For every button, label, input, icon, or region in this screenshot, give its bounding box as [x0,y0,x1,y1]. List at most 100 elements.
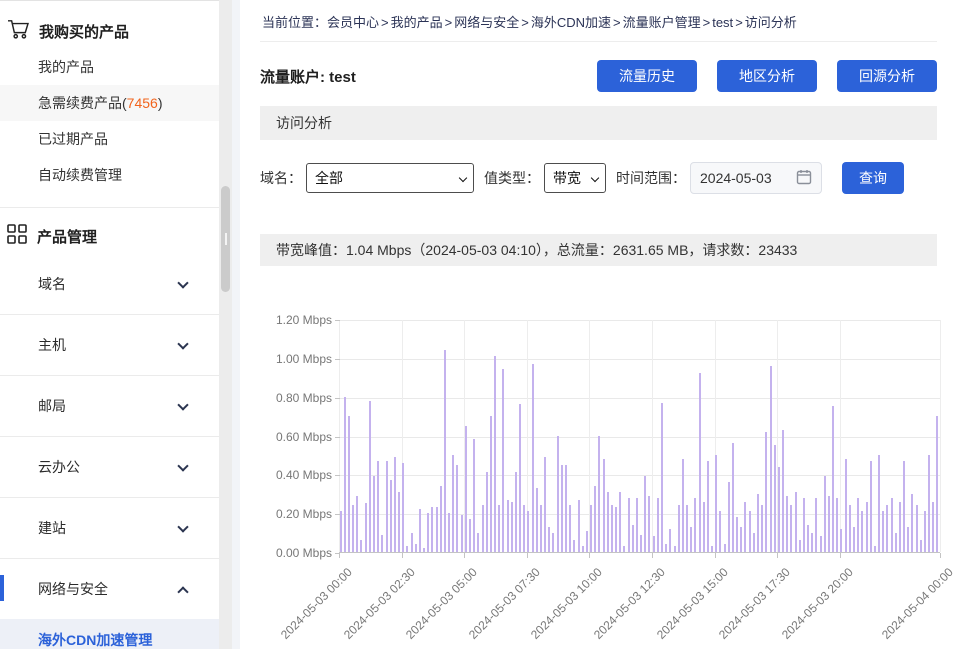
breadcrumb-separator: > [521,15,529,30]
breadcrumb-item[interactable]: 网络与安全 [454,15,519,30]
grid-icon [7,224,27,248]
sidebar-item-my-products[interactable]: 我的产品 [0,49,219,85]
chart-bar [615,507,617,552]
chart-bar [778,467,780,552]
sidebar-item-renewal-needed[interactable]: 急需续费产品(7456) [0,85,219,121]
breadcrumb-item[interactable]: 海外CDN加速 [531,15,611,30]
chart-bar [836,498,838,552]
chart-bar [356,496,358,552]
region-analysis-button[interactable]: 地区分析 [717,60,817,92]
chart-bar [928,455,930,552]
chart-bar [582,546,584,552]
layout-gutter [232,0,240,649]
sidebar-item-label: 自动续费管理 [38,167,122,183]
cart-icon [7,19,29,43]
domain-select[interactable]: 全部 [306,163,474,193]
breadcrumb-separator: > [703,15,711,30]
sidebar: 我购买的产品 我的产品 急需续费产品(7456) 已过期产品 自动续费管理 产品… [0,0,219,649]
chart-bar [486,472,488,552]
section-title: 访问分析 [276,115,332,131]
chart-bar [874,546,876,552]
chart-bar [740,527,742,552]
sidebar-group-label: 域名 [38,274,66,294]
breadcrumb-item[interactable]: 流量账户管理 [623,15,701,30]
chart-bar [340,511,342,552]
gridline-vertical [840,320,841,552]
sidebar-group-host-row[interactable]: 主机 [0,315,219,375]
breadcrumb-item[interactable]: 访问分析 [745,15,797,30]
chevron-down-icon [177,399,188,410]
sidebar-item-label: 我的产品 [38,59,94,75]
chart-bar [640,535,642,552]
x-axis-tick [777,553,778,558]
chart-bar [719,511,721,552]
chart-bar [811,533,813,552]
page-title: 流量账户: test [260,66,356,87]
chart-bar [916,505,918,552]
sidebar-item-label: 海外CDN加速管理 [38,632,152,648]
chart-bar [682,459,684,552]
chart-bar [866,502,868,552]
chart-bar [669,529,671,552]
chart-bar [590,505,592,552]
sidebar-group-network-security-row[interactable]: 网络与安全 [0,559,219,619]
chart-bar [757,494,759,552]
value-type-select[interactable]: 带宽 [544,163,606,193]
chart-bar [907,527,909,552]
chart-bar [532,364,534,552]
origin-analysis-button[interactable]: 回源分析 [837,60,937,92]
sidebar-item-overseas-cdn[interactable]: 海外CDN加速管理 [0,619,219,649]
traffic-history-button[interactable]: 流量历史 [597,60,697,92]
chart-bar [911,494,913,552]
chart-bar [799,540,801,552]
sidebar-group-label: 主机 [38,335,66,355]
breadcrumb-separator: > [735,15,743,30]
chart-bar [870,461,872,552]
scrollbar-thumb[interactable] [221,186,230,292]
chart-bar [527,511,529,552]
sidebar-group-mail-row[interactable]: 邮局 [0,376,219,436]
chart-bar [628,498,630,552]
chart-bar [765,432,767,552]
chart-bar [411,533,413,552]
chart-bar [657,498,659,552]
chart-bar [348,416,350,552]
chevron-down-icon [177,338,188,349]
chart-bar [469,519,471,552]
sidebar-group-site-builder-row[interactable]: 建站 [0,498,219,558]
chart-bar [427,513,429,552]
chart-bar [561,465,563,552]
breadcrumb-item[interactable]: test [712,15,733,30]
sidebar-group-cloud-office-row[interactable]: 云办公 [0,437,219,497]
x-axis-tick [652,553,653,558]
y-axis-tick [335,437,340,438]
chevron-down-icon [177,521,188,532]
chart-bar [519,404,521,552]
breadcrumb-item[interactable]: 我的产品 [391,15,443,30]
sidebar-item-expired-products[interactable]: 已过期产品 [0,121,219,157]
chart-bar [557,436,559,553]
chart-bar [648,496,650,552]
sidebar-item-label: 急需续费产品( [38,95,127,111]
active-section-indicator [0,575,4,601]
date-value: 2024-05-03 [700,170,772,186]
y-axis-label: 0.40 Mbps [260,468,332,482]
chart-bar [402,463,404,552]
chart-bar [360,540,362,552]
breadcrumb-item[interactable]: 会员中心 [327,15,379,30]
chart-bar [674,546,676,552]
chart-bar [920,540,922,552]
chart-bar [711,546,713,552]
chart-bar [891,498,893,552]
x-axis-tick [339,553,340,558]
sidebar-group-network-security: 网络与安全 海外CDN加速管理 [0,559,219,649]
sidebar-item-auto-renewal[interactable]: 自动续费管理 [0,157,219,193]
sidebar-section-title: 产品管理 [37,226,97,247]
sidebar-group-label: 邮局 [38,396,66,416]
sidebar-scrollbar[interactable] [219,0,232,649]
date-picker-input[interactable]: 2024-05-03 [690,162,822,194]
y-axis-label: 0.20 Mbps [260,507,332,521]
sidebar-group-domain-row[interactable]: 域名 [0,254,219,314]
query-button[interactable]: 查询 [842,162,904,194]
chart-bar [699,373,701,552]
